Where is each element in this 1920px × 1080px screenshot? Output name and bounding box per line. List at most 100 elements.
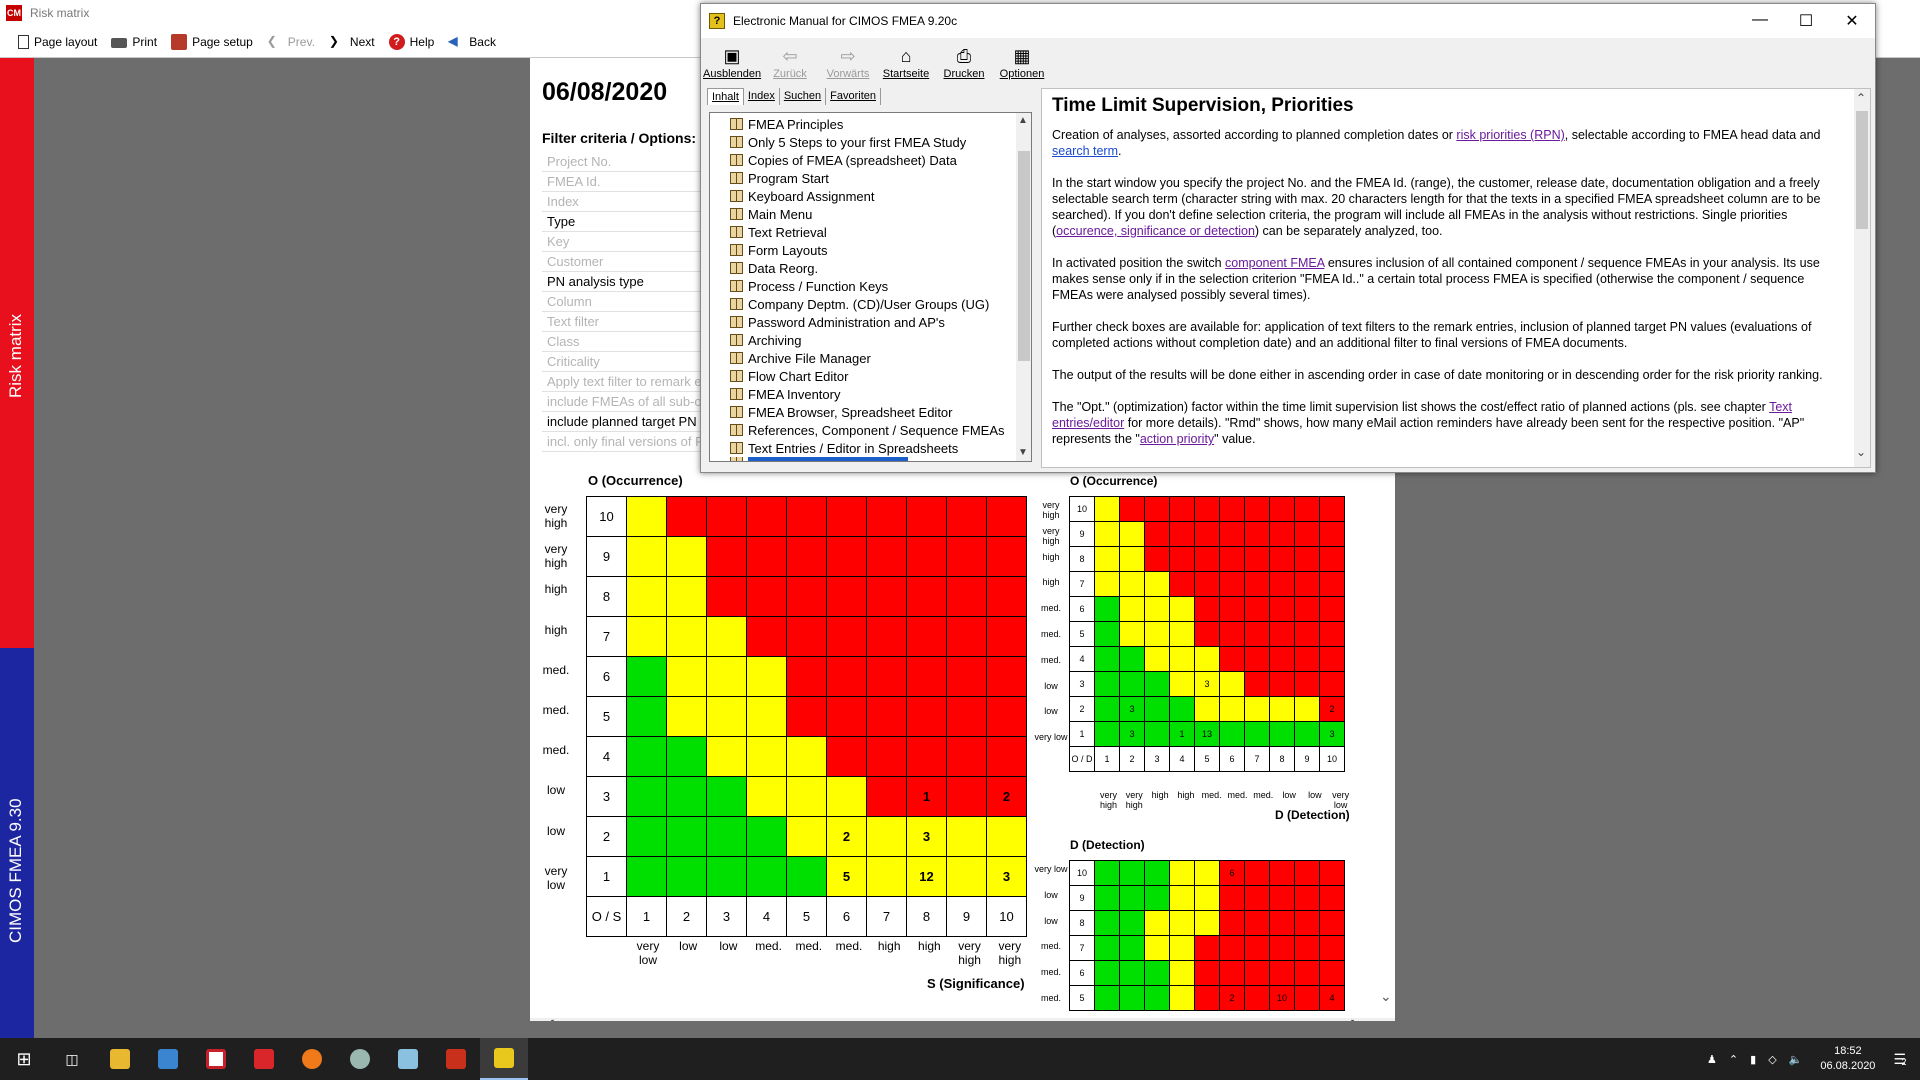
matrix-cell bbox=[1319, 596, 1345, 622]
toc-item[interactable]: Company Deptm. (CD)/User Groups (UG) bbox=[710, 295, 1031, 313]
toc-item[interactable]: Process / Function Keys bbox=[710, 277, 1031, 295]
toc-item[interactable]: FMEA Browser, Spreadsheet Editor bbox=[710, 403, 1031, 421]
scroll-down-icon[interactable]: ⌄ bbox=[1380, 988, 1392, 1005]
toc-item-selected-label bbox=[748, 457, 908, 461]
task-view-button[interactable]: ◫ bbox=[48, 1038, 96, 1080]
matrix-cell bbox=[866, 536, 907, 577]
home-button[interactable]: ⌂ Startseite bbox=[877, 46, 935, 80]
tab-favorites[interactable]: Favoriten bbox=[826, 88, 882, 105]
close-icon[interactable]: ✕ bbox=[1829, 11, 1875, 31]
maximize-icon[interactable]: ☐ bbox=[1783, 11, 1829, 31]
matrix-cell bbox=[746, 616, 787, 657]
toc-scroll-thumb[interactable] bbox=[1018, 151, 1030, 361]
forward-nav-button[interactable]: ⇨ Vorwärts bbox=[819, 46, 877, 80]
help-button[interactable]: ? Help bbox=[388, 31, 434, 53]
help-content-scroll-thumb[interactable] bbox=[1856, 111, 1868, 229]
link-action-priority[interactable]: action priority bbox=[1140, 432, 1214, 446]
toc-item[interactable]: Main Menu bbox=[710, 205, 1031, 223]
help-content-pane: Time Limit Supervision, Priorities Creat… bbox=[1041, 88, 1871, 468]
print-button[interactable]: Print bbox=[111, 31, 157, 53]
taskbar-file-explorer[interactable] bbox=[96, 1038, 144, 1080]
taskbar-cimos-fmea[interactable] bbox=[432, 1038, 480, 1080]
toc-item[interactable]: Copies of FMEA (spreadsheet) Data bbox=[710, 151, 1031, 169]
scroll-up-icon[interactable]: ⌃ bbox=[1856, 91, 1866, 105]
toc-item[interactable]: Archiving bbox=[710, 331, 1031, 349]
matrix-cell bbox=[1269, 596, 1295, 622]
matrix-cell bbox=[946, 496, 987, 537]
taskbar-app-2[interactable] bbox=[144, 1038, 192, 1080]
toc-scrollbar[interactable]: ▲ ▼ bbox=[1016, 113, 1031, 461]
toc-item[interactable]: FMEA Principles bbox=[710, 115, 1031, 133]
hide-button[interactable]: ▣ Ausblenden bbox=[703, 46, 761, 80]
print-help-button[interactable]: ⎙ Drucken bbox=[935, 46, 993, 80]
matrix-cell bbox=[1269, 935, 1295, 961]
book-icon bbox=[730, 226, 743, 238]
page-setup-button[interactable]: Page setup bbox=[171, 31, 253, 53]
battery-icon[interactable]: ▮ bbox=[1750, 1053, 1756, 1066]
help-content-scrollbar[interactable]: ⌃ ⌄ bbox=[1854, 89, 1870, 467]
taskbar-app-7[interactable] bbox=[384, 1038, 432, 1080]
toc-item-selected[interactable] bbox=[710, 457, 1031, 461]
scroll-up-icon[interactable]: ▲ bbox=[1018, 115, 1028, 126]
back-button[interactable]: ◀ Back bbox=[448, 31, 496, 53]
volume-icon[interactable]: 🔈 bbox=[1789, 1053, 1803, 1066]
next-button[interactable]: ❯ Next bbox=[329, 31, 375, 53]
toc-item[interactable]: Data Reorg. bbox=[710, 259, 1031, 277]
toc-item[interactable]: Only 5 Steps to your first FMEA Study bbox=[710, 133, 1031, 151]
taskbar-app-6[interactable] bbox=[336, 1038, 384, 1080]
toc-item[interactable]: References, Component / Sequence FMEAs bbox=[710, 421, 1031, 439]
scroll-right-icon[interactable]: ❯ bbox=[1349, 1018, 1359, 1021]
tab-contents[interactable]: Inhalt bbox=[707, 88, 744, 105]
link-risk-priorities[interactable]: risk priorities (RPN) bbox=[1456, 128, 1564, 142]
toc-item[interactable]: Text Retrieval bbox=[710, 223, 1031, 241]
taskbar-firefox[interactable] bbox=[288, 1038, 336, 1080]
tab-index[interactable]: Index bbox=[744, 88, 780, 105]
matrix-row-level: med. bbox=[542, 662, 570, 677]
taskbar-shield-app[interactable] bbox=[192, 1038, 240, 1080]
taskbar: ⊞ ◫ ♟ ⌃ ▮ ◇ 🔈 18:52 06.08.2020 ☰ 2 bbox=[0, 1038, 1920, 1080]
matrix-cell bbox=[1269, 910, 1295, 936]
scroll-left-icon[interactable]: ❮ bbox=[546, 1018, 556, 1021]
scroll-down-icon[interactable]: ▼ bbox=[1018, 447, 1028, 458]
page-layout-button[interactable]: Page layout bbox=[18, 31, 97, 53]
notifications-icon[interactable]: ☰ 2 bbox=[1893, 1051, 1906, 1068]
back-nav-button[interactable]: ⇦ Zurück bbox=[761, 46, 819, 80]
people-icon[interactable]: ♟ bbox=[1707, 1053, 1717, 1066]
toc-item[interactable]: Program Start bbox=[710, 169, 1031, 187]
options-button[interactable]: ▦ Optionen bbox=[993, 46, 1051, 80]
toc-item[interactable]: Text Entries / Editor in Spreadsheets bbox=[710, 439, 1031, 457]
matrix-cell bbox=[826, 736, 867, 777]
matrix-cell bbox=[1319, 860, 1345, 886]
clock[interactable]: 18:52 06.08.2020 bbox=[1820, 1044, 1875, 1074]
matrix-cell bbox=[1244, 571, 1270, 597]
toc-item[interactable]: Password Administration and AP's bbox=[710, 313, 1031, 331]
start-button[interactable]: ⊞ bbox=[0, 1038, 48, 1080]
toc-item[interactable]: Keyboard Assignment bbox=[710, 187, 1031, 205]
page-layout-label: Page layout bbox=[34, 34, 98, 49]
toc-item[interactable]: Archive File Manager bbox=[710, 349, 1031, 367]
taskbar-help-viewer[interactable] bbox=[480, 1038, 528, 1080]
taskbar-antivirus[interactable] bbox=[240, 1038, 288, 1080]
occ-matrix-y-caption: O (Occurrence) bbox=[1070, 474, 1158, 488]
scroll-down-icon[interactable]: ⌄ bbox=[1856, 445, 1866, 459]
help-window: ? Electronic Manual for CIMOS FMEA 9.20c… bbox=[700, 3, 1876, 473]
prev-button[interactable]: ❮ Prev. bbox=[267, 31, 315, 53]
toc-item-label: Data Reorg. bbox=[748, 260, 819, 276]
link-single-priorities[interactable]: occurence, significance or detection bbox=[1056, 224, 1255, 238]
chevron-up-icon[interactable]: ⌃ bbox=[1729, 1053, 1738, 1066]
network-icon[interactable]: ◇ bbox=[1768, 1053, 1776, 1066]
page-horizontal-scrollbar[interactable]: ❮ ❯ bbox=[530, 1018, 1395, 1021]
matrix-cell bbox=[706, 856, 747, 897]
link-search-term[interactable]: search term bbox=[1052, 144, 1118, 158]
toc-item[interactable]: Form Layouts bbox=[710, 241, 1031, 259]
link-component-fmea[interactable]: component FMEA bbox=[1225, 256, 1324, 270]
toc-item[interactable]: FMEA Inventory bbox=[710, 385, 1031, 403]
minimize-icon[interactable]: — bbox=[1737, 11, 1783, 31]
tab-search[interactable]: Suchen bbox=[780, 88, 827, 105]
toc-item[interactable]: Flow Chart Editor bbox=[710, 367, 1031, 385]
matrix-cell bbox=[1144, 696, 1170, 722]
matrix-row-value: 2 bbox=[1069, 696, 1095, 722]
matrix-cell bbox=[1219, 496, 1245, 522]
toc-item-label: References, Component / Sequence FMEAs bbox=[748, 422, 1005, 438]
matrix-cell bbox=[706, 776, 747, 817]
